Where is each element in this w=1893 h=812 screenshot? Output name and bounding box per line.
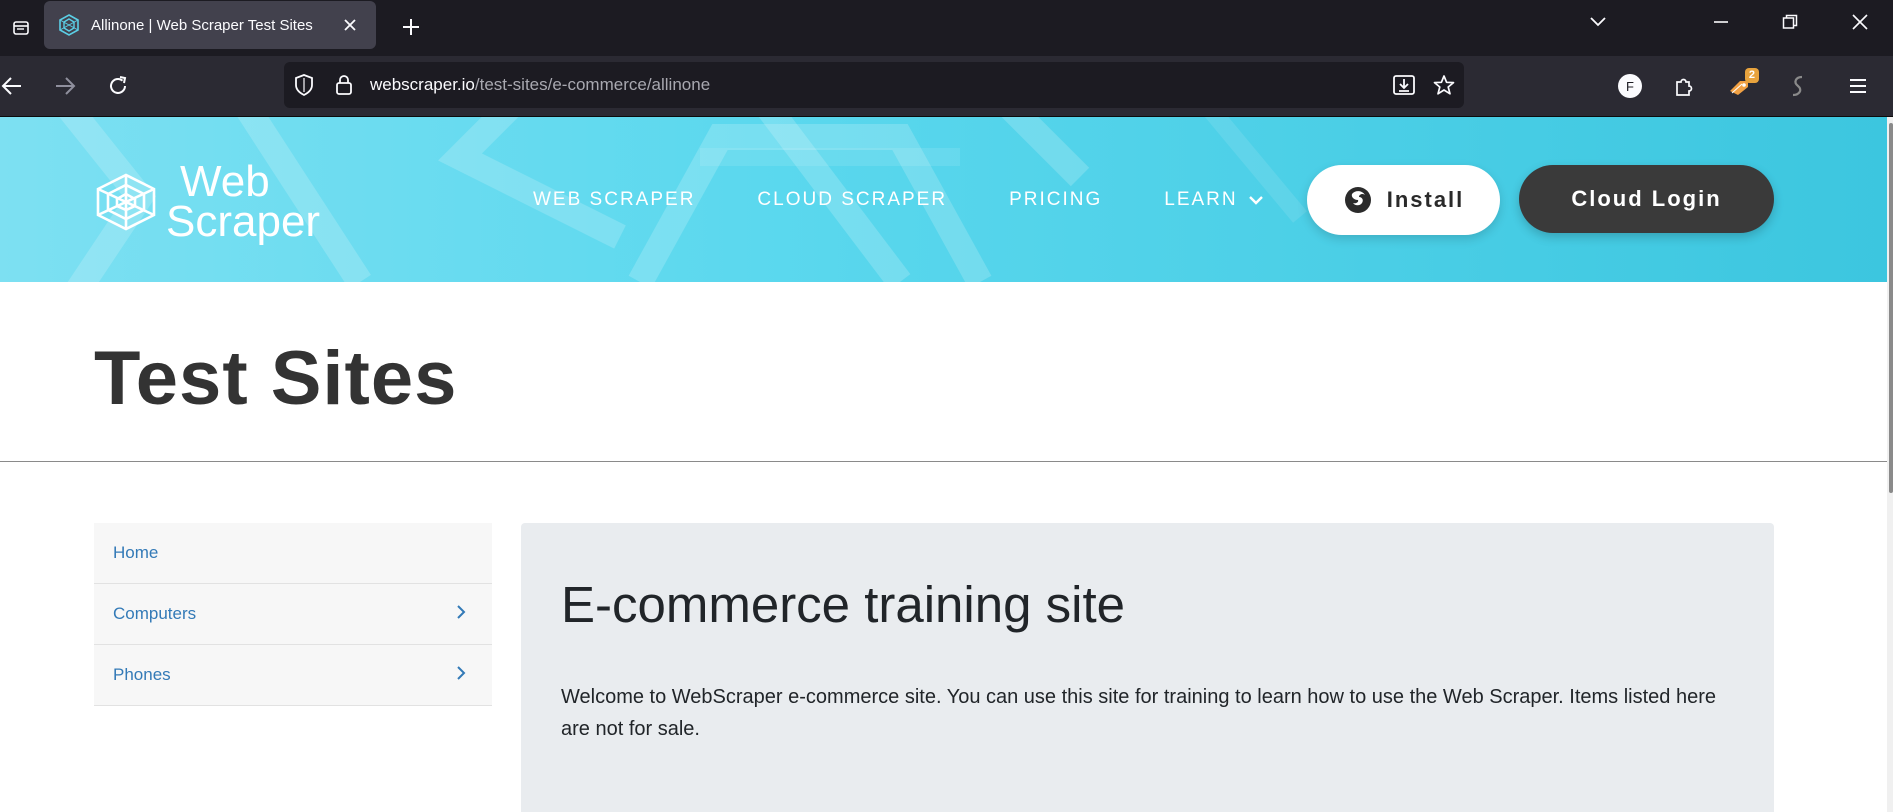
- close-window-icon[interactable]: [1838, 0, 1882, 44]
- list-all-tabs-icon[interactable]: [0, 0, 44, 56]
- install-label: Install: [1386, 187, 1465, 212]
- chevron-right-icon: [457, 605, 466, 619]
- save-page-icon[interactable]: [1384, 62, 1424, 108]
- sidebar-item-label: Home: [113, 543, 159, 562]
- restore-icon[interactable]: [1768, 0, 1812, 44]
- extensions-puzzle-icon[interactable]: [1664, 66, 1704, 106]
- account-initial: F: [1618, 74, 1642, 98]
- jumbotron-heading: E-commerce training site: [561, 576, 1126, 633]
- category-sidebar: Home Computers Phones: [94, 523, 492, 706]
- title-divider: [0, 461, 1893, 462]
- logo-text: Web Scraper: [166, 157, 321, 246]
- nav-cloud-scraper[interactable]: CLOUD SCRAPER: [757, 189, 947, 211]
- webscraper-logo-icon: [96, 173, 156, 231]
- tab-title: Allinone | Web Scraper Test Sites: [91, 16, 313, 34]
- extension-tag-icon[interactable]: 2: [1721, 66, 1761, 106]
- chevron-down-icon: [1248, 195, 1263, 205]
- hamburger-menu-icon[interactable]: [1838, 66, 1878, 106]
- lock-icon[interactable]: [324, 62, 364, 108]
- url-text: webscraper.io/test-sites/e-commerce/alli…: [370, 75, 1384, 95]
- sidebar-item-computers[interactable]: Computers: [94, 584, 492, 645]
- install-button[interactable]: Install: [1307, 165, 1500, 235]
- webscraper-favicon-icon: [57, 13, 81, 37]
- page-viewport: Web Scraper WEB SCRAPER CLOUD SCRAPER PR…: [0, 117, 1893, 812]
- scrollbar-thumb[interactable]: [1889, 123, 1893, 493]
- sidebar-item-label: Phones: [113, 665, 171, 684]
- tab-active[interactable]: Allinone | Web Scraper Test Sites: [44, 1, 376, 49]
- reload-icon[interactable]: [98, 66, 138, 106]
- nav-web-scraper[interactable]: WEB SCRAPER: [533, 189, 695, 211]
- webscraper-extension-icon[interactable]: [1778, 66, 1818, 106]
- cloud-login-button[interactable]: Cloud Login: [1519, 165, 1774, 233]
- account-avatar[interactable]: F: [1610, 66, 1650, 106]
- logo-line-2: Scraper: [166, 197, 321, 246]
- browser-tab-bar: Allinone | Web Scraper Test Sites: [0, 0, 1893, 56]
- url-domain: webscraper.io: [370, 75, 475, 94]
- sidebar-item-home[interactable]: Home: [94, 523, 492, 584]
- main-navigation: WEB SCRAPER CLOUD SCRAPER PRICING LEARN: [533, 117, 1326, 282]
- back-arrow-icon[interactable]: [0, 66, 32, 106]
- jumbotron-text: Welcome to WebScraper e-commerce site. Y…: [561, 686, 1717, 740]
- browser-toolbar: webscraper.io/test-sites/e-commerce/alli…: [0, 56, 1893, 117]
- nav-learn[interactable]: LEARN: [1164, 189, 1263, 211]
- sidebar-item-label: Computers: [113, 604, 197, 623]
- minimize-icon[interactable]: [1699, 0, 1743, 44]
- nav-learn-label: LEARN: [1164, 188, 1238, 210]
- logo-line-1: Web: [180, 157, 270, 206]
- nav-pricing[interactable]: PRICING: [1009, 189, 1102, 211]
- sidebar-item-phones[interactable]: Phones: [94, 645, 492, 706]
- new-tab-icon[interactable]: [394, 10, 428, 44]
- jumbotron: E-commerce training site Welcome to WebS…: [521, 523, 1774, 812]
- url-path: /test-sites/e-commerce/allinone: [474, 75, 711, 94]
- address-bar[interactable]: webscraper.io/test-sites/e-commerce/alli…: [284, 62, 1464, 108]
- page-title: Test Sites: [94, 336, 458, 421]
- firefox-icon: [1344, 187, 1371, 213]
- close-tab-icon[interactable]: [336, 11, 364, 39]
- webscraper-logo[interactable]: Web Scraper: [94, 157, 321, 246]
- forward-arrow-icon[interactable]: [45, 66, 85, 106]
- chevron-right-icon: [457, 666, 466, 680]
- extension-badge-count: 2: [1744, 68, 1759, 83]
- chevron-down-icon[interactable]: [1576, 0, 1620, 44]
- shield-icon[interactable]: [284, 62, 324, 108]
- site-header: Web Scraper WEB SCRAPER CLOUD SCRAPER PR…: [0, 117, 1893, 282]
- bookmark-star-icon[interactable]: [1424, 62, 1464, 108]
